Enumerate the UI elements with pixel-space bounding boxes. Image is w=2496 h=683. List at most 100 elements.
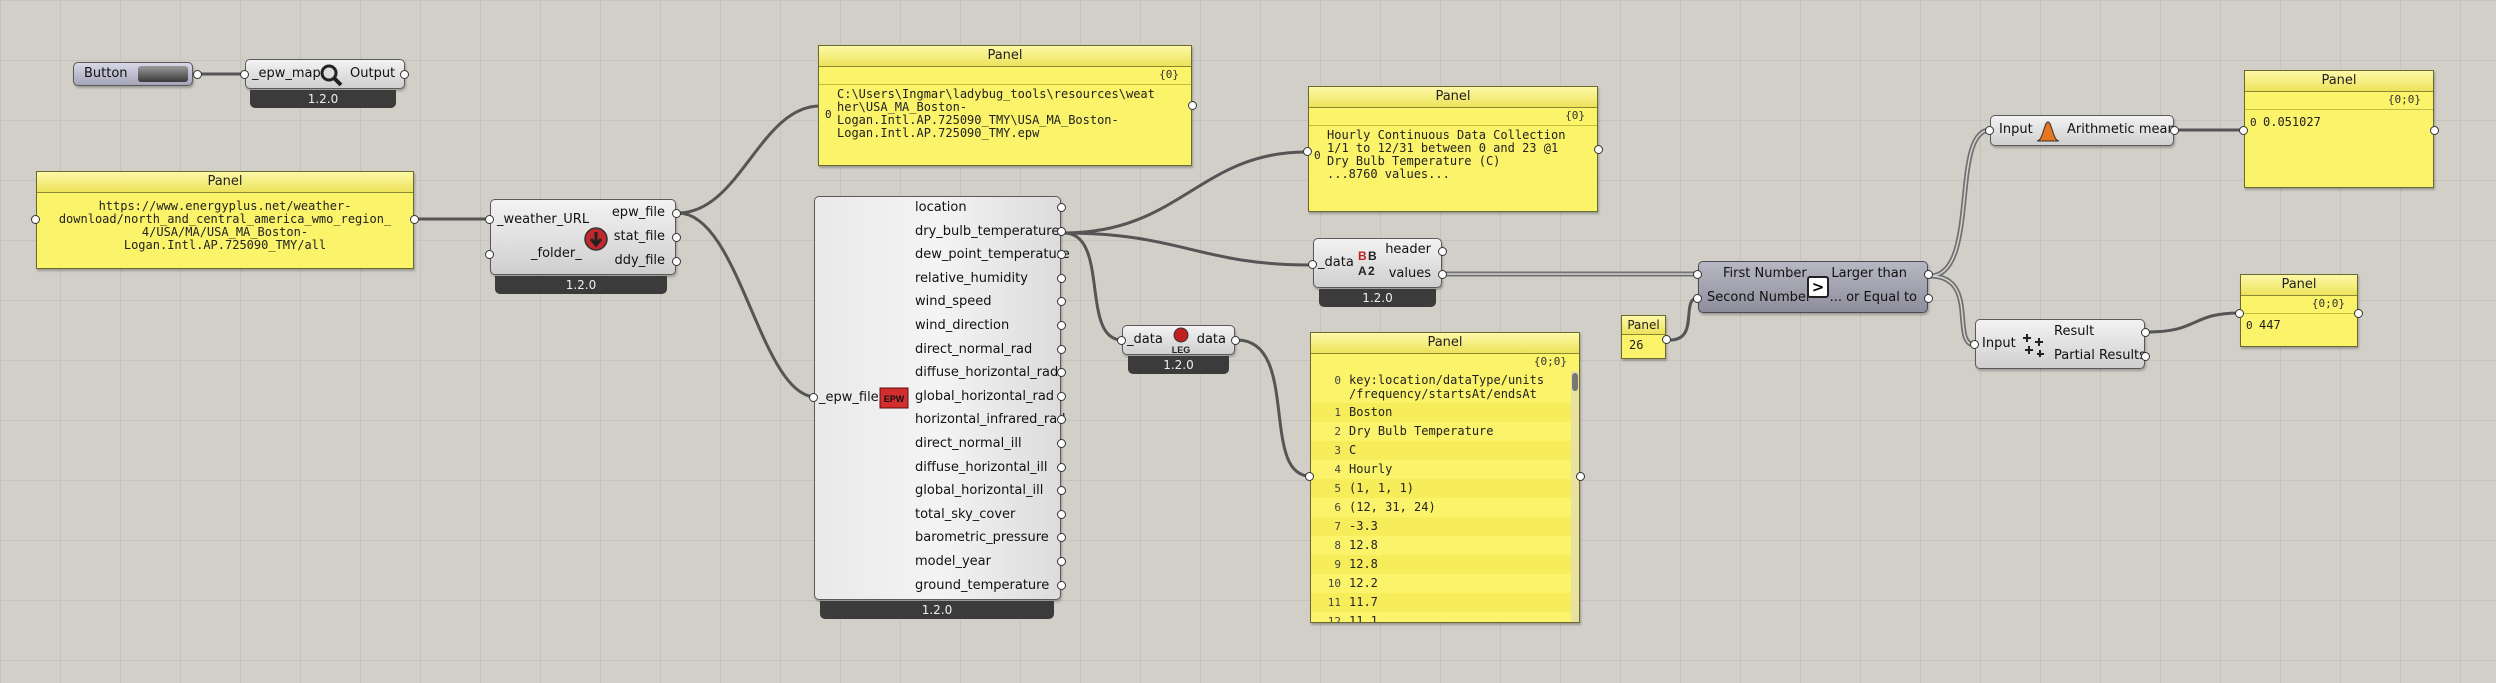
arithmetic-mean-component[interactable]: Input Arithmetic mean (1990, 115, 2176, 146)
list-panel-input-grip[interactable] (1305, 472, 1314, 481)
url-panel[interactable]: Panel https://www.energyplus.net/weather… (36, 171, 414, 269)
download-in-grip-2[interactable] (485, 250, 494, 259)
input-weather-url[interactable]: _weather_URL (497, 212, 589, 228)
mass-panel-output-grip[interactable] (2354, 309, 2363, 318)
import-epw-out-grip[interactable] (1057, 580, 1066, 590)
output-global-horizontal-rad[interactable]: global_horizontal_rad (915, 389, 1054, 405)
data-list-panel[interactable]: Panel {0;0} 0 key:location/dataType/units… (1310, 332, 1580, 623)
to-legend-in-grip[interactable] (1117, 336, 1126, 345)
mean-panel-output-grip[interactable] (2430, 126, 2439, 135)
output-larger-than[interactable]: Larger than (1831, 266, 1907, 282)
url-panel-input-grip[interactable] (31, 215, 40, 224)
output-model-year[interactable]: model_year (915, 554, 991, 570)
output-direct-normal-rad[interactable]: direct_normal_rad (915, 342, 1032, 358)
import-epw-out-grip[interactable] (1057, 391, 1066, 401)
input-first-number[interactable]: First Number (1723, 266, 1807, 282)
desc-panel-output-grip[interactable] (1594, 145, 1603, 154)
path-panel-output-grip[interactable] (1188, 101, 1197, 110)
to-legend-out-grip[interactable] (1231, 336, 1240, 345)
output-data-legend[interactable]: data (1197, 332, 1226, 348)
larger-out-grip-2[interactable] (1924, 294, 1933, 303)
output-ddy-file[interactable]: ddy_file (615, 253, 666, 269)
output-dry-bulb-temperature[interactable]: dry_bulb_temperature (915, 224, 1059, 240)
input-data[interactable]: _data (1318, 255, 1354, 271)
mean-input[interactable]: Input (1999, 122, 2033, 138)
larger-in-grip-2[interactable] (1693, 294, 1702, 303)
mean-out-grip[interactable] (2170, 126, 2179, 135)
input-second-number[interactable]: Second Number (1707, 290, 1811, 306)
import-epw-out-grip[interactable] (1057, 439, 1066, 448)
download-out-grip-3[interactable] (672, 257, 681, 266)
deconstruct-data-component[interactable]: _data BBA2 header values (1313, 238, 1442, 288)
mass-input[interactable]: Input (1982, 336, 2016, 352)
output-values[interactable]: values (1389, 266, 1431, 282)
epw-path-panel[interactable]: Panel {0} 0 C:\Users\Ingmar\ladybug_tool… (818, 45, 1192, 166)
mean-result-panel[interactable]: Panel {0;0} 0 0.051027 (2244, 70, 2434, 188)
epw-map-input-grip[interactable] (240, 70, 249, 79)
output-relative-humidity[interactable]: relative_humidity (915, 271, 1028, 287)
mass-out-grip-1[interactable] (2141, 328, 2150, 337)
mass-output-result[interactable]: Result (2054, 324, 2094, 340)
output-dew-point-temperature[interactable]: dew_point_temperature (915, 247, 1070, 263)
import-epw-component[interactable]: _epw_file EPW location dry_bulb_temperatu… (814, 196, 1070, 600)
mean-in-grip[interactable] (1985, 126, 1994, 135)
mean-panel-input-grip[interactable] (2239, 126, 2248, 135)
import-epw-out-grip[interactable] (1057, 226, 1066, 236)
button-output-grip[interactable] (193, 70, 202, 79)
output-global-horizontal-ill[interactable]: global_horizontal_ill (915, 483, 1043, 499)
epw-map-input[interactable]: _epw_map (252, 66, 321, 82)
output-direct-normal-ill[interactable]: direct_normal_ill (915, 436, 1022, 452)
download-weather-component[interactable]: _weather_URL _folder_ epw_file stat_file… (490, 199, 676, 275)
epw-map-output[interactable]: Output (350, 66, 395, 82)
output-diffuse-horizontal-rad[interactable]: diffuse_horizontal_rad (915, 365, 1058, 381)
output-stat-file[interactable]: stat_file (614, 229, 665, 245)
mass-addition-component[interactable]: Input Result Partial Results (1975, 319, 2146, 369)
import-epw-out-grip[interactable] (1057, 509, 1066, 519)
output-wind-direction[interactable]: wind_direction (915, 318, 1009, 334)
import-epw-out-grip[interactable] (1057, 557, 1066, 566)
download-out-grip-2[interactable] (672, 233, 681, 242)
larger-in-grip-1[interactable] (1693, 270, 1702, 279)
output-epw-file[interactable]: epw_file (612, 205, 665, 221)
output-horizontal-infrared-rad[interactable]: horizontal_infrared_rad (915, 412, 1065, 428)
deconstruct-out-grip-2[interactable] (1438, 270, 1447, 279)
input-folder[interactable]: _folder_ (531, 246, 582, 262)
button-component[interactable]: Button (73, 62, 193, 86)
larger-out-grip-1[interactable] (1924, 270, 1933, 279)
epw-map-output-grip[interactable] (400, 70, 409, 79)
download-in-grip-1[interactable] (485, 215, 494, 224)
output-or-equal[interactable]: ... or Equal to (1830, 290, 1917, 306)
threshold-output-grip[interactable] (1662, 335, 1671, 344)
import-epw-out-grip[interactable] (1057, 321, 1066, 330)
input-epw-file[interactable]: _epw_file (819, 390, 879, 406)
deconstruct-in-grip[interactable] (1308, 260, 1317, 269)
desc-panel-input-grip[interactable] (1303, 147, 1312, 156)
mass-panel-input-grip[interactable] (2235, 309, 2244, 318)
larger-than-component[interactable]: First Number Second Number > Larger than… (1698, 261, 1928, 313)
to-legend-component[interactable]: _data LEG data (1122, 325, 1235, 355)
import-epw-out-grip[interactable] (1057, 273, 1066, 283)
output-ground-temperature[interactable]: ground_temperature (915, 578, 1049, 594)
mean-output[interactable]: Arithmetic mean (2067, 122, 2176, 138)
list-panel-output-grip[interactable] (1576, 472, 1585, 481)
mass-result-panel[interactable]: Panel {0;0} 0 447 (2240, 274, 2358, 347)
output-header[interactable]: header (1385, 242, 1431, 258)
import-epw-out-grip[interactable] (1057, 344, 1066, 354)
mass-output-partial[interactable]: Partial Results (2054, 348, 2146, 364)
panel-scrollbar[interactable] (1571, 371, 1579, 622)
epw-map-component[interactable]: _epw_map Output (245, 59, 405, 89)
input-data-legend[interactable]: _data (1127, 332, 1163, 348)
output-diffuse-horizontal-ill[interactable]: diffuse_horizontal_ill (915, 460, 1048, 476)
import-epw-out-grip[interactable] (1057, 203, 1066, 212)
import-epw-out-grip[interactable] (1057, 462, 1066, 472)
import-epw-input-grip[interactable] (809, 393, 818, 402)
output-location[interactable]: location (915, 200, 967, 216)
download-out-grip-1[interactable] (672, 209, 681, 218)
mass-out-grip-2[interactable] (2141, 352, 2150, 361)
button-toggle[interactable] (138, 66, 188, 82)
output-total-sky-cover[interactable]: total_sky_cover (915, 507, 1015, 523)
data-description-panel[interactable]: Panel {0} 0 Hourly Continuous Data Colle… (1308, 86, 1598, 212)
output-barometric-pressure[interactable]: barometric_pressure (915, 530, 1049, 546)
threshold-panel[interactable]: Panel 26 (1621, 315, 1666, 359)
output-wind-speed[interactable]: wind_speed (915, 294, 992, 310)
